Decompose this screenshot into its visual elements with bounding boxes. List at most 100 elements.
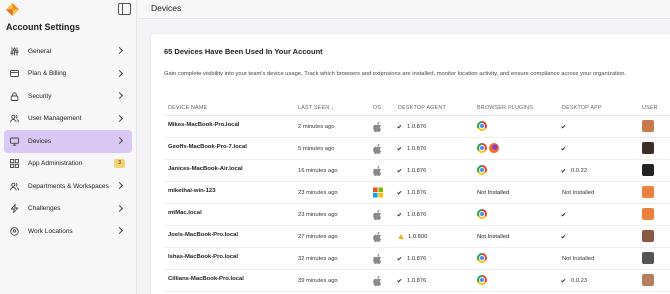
last-seen: 5 minutes ago	[298, 146, 335, 152]
table-row[interactable]: Janices-MacBook-Air.local 16 minutes ago 1…	[164, 160, 670, 182]
desktop-agent-version: 1.0.876	[407, 278, 427, 284]
check-icon	[561, 234, 566, 239]
map-pin-icon	[10, 227, 19, 236]
desktop-app-cell: Not Installed	[562, 190, 594, 196]
table-row[interactable]: Ishas-MacBook-Pro.local 32 minutes ago 1.0…	[164, 248, 670, 270]
monitor-icon	[10, 137, 19, 146]
sidebar-item-challenges[interactable]: Challenges	[4, 198, 132, 221]
card-title: 65 Devices Have Been Used In Your Accoun…	[164, 47, 323, 56]
column-header-label: LAST SEEN	[298, 105, 330, 111]
table-row[interactable]: Mikes-MacBook-Pro.local 2 minutes ago 1.0.…	[164, 116, 670, 138]
avatar[interactable]	[642, 274, 654, 286]
desktop-agent-version: 1.0.800	[408, 234, 428, 240]
desktop-app-cell: 0.0.23	[561, 278, 587, 284]
browser-plugins	[477, 209, 489, 221]
avatar[interactable]	[642, 142, 654, 154]
lock-icon	[10, 92, 19, 101]
sidebar-nav: General Plan & Billing Security User Man…	[4, 40, 132, 243]
table-row[interactable]: Cillians-MacBook-Pro.local 39 minutes ago…	[164, 270, 670, 292]
device-name[interactable]: Cillians-MacBook-Pro.local	[168, 276, 244, 282]
column-header-browser-plugins[interactable]: BROWSER PLUGINS	[477, 105, 533, 111]
count-badge: 3	[114, 158, 125, 168]
windows-icon	[373, 187, 383, 198]
sidebar-toggle-icon[interactable]	[118, 3, 131, 15]
desktop-agent-cell: 1.0.800	[398, 234, 427, 240]
desktop-agent-version: 1.0.876	[407, 212, 427, 218]
desktop-agent-version: 1.0.876	[407, 124, 427, 130]
check-icon	[397, 168, 402, 173]
desktop-agent-cell: 1.0.876	[397, 256, 427, 262]
page-header: Devices	[138, 0, 670, 19]
table-row[interactable]: Geoffs-MacBook-Pro-7.local 5 minutes ago 1…	[164, 138, 670, 160]
check-icon	[397, 212, 402, 217]
chrome-icon	[477, 165, 487, 175]
avatar[interactable]	[642, 208, 654, 220]
device-name[interactable]: Geoffs-MacBook-Pro-7.local	[168, 144, 247, 150]
desktop-app-version: 0.0.22	[571, 168, 588, 174]
desktop-agent-cell: 1.0.876	[397, 168, 427, 174]
sidebar-item-devices[interactable]: Devices	[4, 130, 132, 153]
avatar[interactable]	[642, 230, 654, 242]
sidebar-item-work-locations[interactable]: Work Locations	[4, 220, 132, 243]
avatar[interactable]	[642, 164, 654, 176]
avatar[interactable]	[642, 186, 654, 198]
device-name[interactable]: mtMac.local	[168, 210, 202, 216]
desktop-agent-version: 1.0.876	[407, 256, 427, 262]
check-icon	[561, 124, 566, 129]
table-row[interactable]: mtMac.local 23 minutes ago 1.0.876	[164, 204, 670, 226]
table-header: DEVICE NAME LAST SEEN ↓ OS DESKTOP AGENT…	[164, 101, 670, 116]
browser-plugins	[477, 143, 499, 155]
column-header-os[interactable]: OS	[373, 105, 381, 111]
check-icon	[561, 278, 566, 283]
warning-icon	[398, 234, 404, 239]
last-seen: 23 minutes ago	[298, 212, 338, 218]
desktop-app-cell	[561, 212, 571, 218]
device-name[interactable]: Joels-MacBook-Pro.local	[168, 232, 238, 238]
browser-plugins-text: Not Installed	[477, 190, 510, 196]
sidebar-item-user-management[interactable]: User Management	[4, 108, 132, 131]
check-icon	[561, 146, 566, 151]
sidebar-item-departments-workspaces[interactable]: Departments & Workspaces	[4, 175, 132, 198]
chrome-icon	[477, 275, 487, 285]
desktop-agent-version: 1.0.876	[407, 190, 427, 196]
apple-icon	[373, 231, 382, 242]
app-logo-icon[interactable]	[6, 3, 19, 16]
card-description: Gain complete visibility into your team'…	[164, 71, 627, 77]
device-name[interactable]: Mikes-MacBook-Pro.local	[168, 122, 239, 128]
last-seen: 27 minutes ago	[298, 234, 338, 240]
page-title: Devices	[151, 3, 182, 13]
column-header-last-seen[interactable]: LAST SEEN ↓	[298, 105, 334, 111]
credit-card-icon	[10, 70, 19, 78]
desktop-app-version: Not Installed	[562, 190, 595, 196]
grid-icon	[10, 159, 19, 169]
sidebar-item-general[interactable]: General	[4, 40, 132, 63]
table-row[interactable]: mikethai-win-123 23 minutes ago 1.0.876 Not…	[164, 182, 670, 204]
sidebar-item-plan-billing[interactable]: Plan & Billing	[4, 63, 132, 86]
device-name[interactable]: Ishas-MacBook-Pro.local	[168, 254, 238, 260]
desktop-agent-cell: 1.0.876	[397, 190, 427, 196]
sliders-icon	[10, 47, 19, 56]
chrome-icon	[477, 209, 487, 219]
users-icon	[10, 114, 19, 123]
last-seen: 2 minutes ago	[298, 124, 335, 130]
table-body: Mikes-MacBook-Pro.local 2 minutes ago 1.0.…	[164, 116, 670, 292]
avatar[interactable]	[642, 252, 654, 264]
avatar[interactable]	[642, 120, 654, 132]
device-name[interactable]: mikethai-win-123	[168, 188, 215, 194]
sidebar-item-app-administration[interactable]: App Administration 3	[4, 153, 132, 176]
desktop-agent-version: 1.0.876	[407, 168, 427, 174]
check-icon	[397, 190, 402, 195]
column-header-user[interactable]: USER	[642, 105, 658, 111]
sidebar-item-security[interactable]: Security	[4, 85, 132, 108]
device-name[interactable]: Janices-MacBook-Air.local	[168, 166, 243, 172]
column-header-desktop-app[interactable]: DESKTOP APP	[562, 105, 602, 111]
browser-plugins-text: Not Installed	[477, 234, 510, 240]
table-row[interactable]: Joels-MacBook-Pro.local 27 minutes ago 1.0…	[164, 226, 670, 248]
column-header-device-name[interactable]: DEVICE NAME	[168, 105, 207, 111]
desktop-agent-cell: 1.0.876	[397, 146, 426, 152]
column-header-desktop-agent[interactable]: DESKTOP AGENT	[398, 105, 446, 111]
desktop-app-cell	[561, 146, 571, 152]
desktop-agent-cell: 1.0.876	[397, 278, 427, 284]
apple-icon	[373, 209, 382, 220]
apple-icon	[373, 165, 382, 176]
